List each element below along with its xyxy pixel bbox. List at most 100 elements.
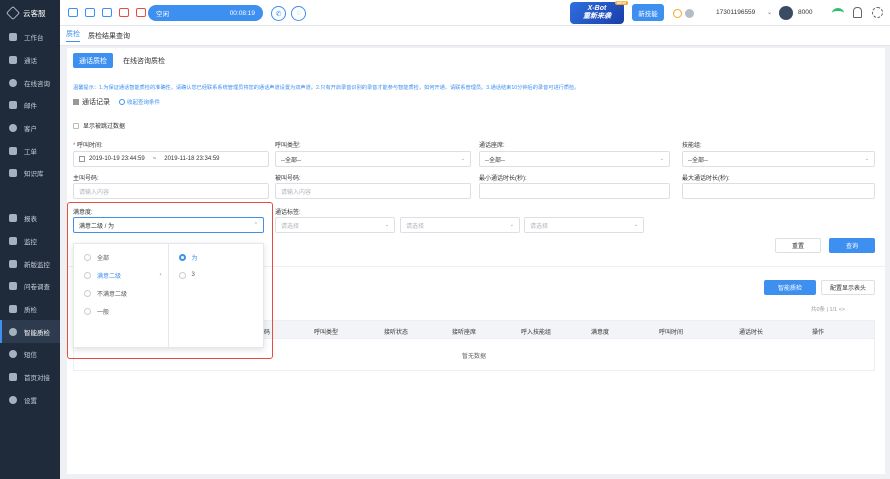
call-button[interactable]: ✆ (271, 6, 286, 21)
collapse-filters-link[interactable]: 收起查询条件 (119, 98, 160, 106)
call-tag-select-2[interactable]: 请选择 ⌄ (400, 217, 520, 233)
callee-label: 被叫号码: (275, 176, 301, 182)
call-time-end: 2019-11-18 23:34:59 (164, 156, 220, 162)
skill-group-select[interactable]: --全部-- ⌄ (682, 151, 875, 167)
bell-icon[interactable] (853, 7, 862, 18)
tab-inspect-results[interactable]: 质检结果查询 (88, 31, 130, 41)
mute-icon[interactable] (119, 8, 129, 17)
inspect-icon (9, 304, 17, 313)
calendar-icon (79, 156, 85, 162)
sidebar-item-new-monitor[interactable]: 新版监控 (0, 252, 60, 275)
info-icon[interactable] (685, 9, 694, 18)
sidebar-item-inspect[interactable]: 质检 (0, 298, 60, 321)
chevron-down-icon: ⌄ (659, 156, 664, 162)
call-tag-select-3[interactable]: 请选择 ⌄ (524, 217, 644, 233)
call-time-range[interactable]: 2019-10-19 23:44:59 ~ 2019-11-18 23:34:5… (73, 151, 269, 167)
monitor-icon (9, 236, 17, 245)
tab-inspect[interactable]: 质检 (66, 29, 80, 42)
help-icon[interactable] (673, 9, 682, 18)
tip-text: 温馨提示：1.为保证通话智能质检的准确性，请确认您已经联系系统管理员将您的通话声… (73, 85, 580, 91)
gear-icon[interactable] (872, 7, 883, 18)
extension-number: 8000 (798, 9, 813, 16)
wifi-icon (832, 8, 844, 18)
column-header: 操作 (812, 330, 825, 336)
new-badge: NEW (614, 0, 628, 6)
home-icon (9, 33, 17, 42)
show-skipped-row: 显示被跳过数据 (73, 121, 125, 130)
call-time-start: 2019-10-19 23:44:59 (89, 156, 145, 162)
sidebar-item-sms[interactable]: 短信 (0, 343, 60, 366)
phone-icon (9, 56, 17, 65)
chevron-down-icon: ⌄ (460, 156, 465, 162)
call-degree-label: 通话座席: (479, 143, 505, 149)
records-title: 通话记录 (82, 99, 110, 106)
column-header: 呼叫时间 (659, 330, 684, 336)
chat-button[interactable]: ◌ (291, 6, 306, 21)
tab-call-inspect[interactable]: 通话质检 (73, 53, 113, 68)
chart-icon (9, 214, 17, 223)
sidebar-item-settings[interactable]: 设置 (0, 388, 60, 411)
call-type-label: 呼叫类型: (275, 143, 301, 149)
xbot-title: X-Bot (587, 5, 607, 13)
sidebar-item-knowledge[interactable]: 知识库 (0, 162, 60, 185)
pagination-info[interactable]: 共0条 | 1/1 <> (811, 305, 845, 313)
sidebar-item-workbench[interactable]: 工作台 (0, 26, 60, 49)
call-degree-select[interactable]: --全部-- ⌄ (479, 151, 670, 167)
xbot-subtitle: 重新来袭 (583, 13, 611, 20)
mail-icon (9, 101, 17, 110)
main-content: 通话质检 在线咨询质检 温馨提示：1.为保证通话智能质检的准确性，请确认您已经联… (67, 48, 885, 474)
xbot-banner[interactable]: X-Bot 重新来袭 NEW (570, 0, 628, 24)
sms-icon (9, 350, 17, 359)
sidebar-item-survey[interactable]: 问卷调查 (0, 275, 60, 298)
sidebar-item-tickets[interactable]: 工单 (0, 139, 60, 162)
chevron-down-icon: ⌄ (509, 222, 514, 228)
call-type-select[interactable]: --全部-- ⌄ (275, 151, 471, 167)
callee-input[interactable]: 请输入内容 (275, 183, 471, 199)
new-feature-button[interactable]: 新技能 (632, 4, 664, 21)
sidebar-item-homepage-link[interactable]: 首页对接 (0, 366, 60, 389)
account-phone[interactable]: 17301196559 (716, 9, 755, 16)
column-header: 满意度 (591, 330, 610, 336)
search-button[interactable]: 查询 (829, 238, 875, 253)
sidebar-item-online-chat[interactable]: 在线咨询 (0, 71, 60, 94)
list-icon (73, 99, 79, 105)
dialpad-icon[interactable] (68, 8, 78, 17)
link-icon (9, 372, 17, 381)
config-columns-button[interactable]: 配置显示表头 (821, 280, 875, 295)
monitor-new-icon (9, 259, 17, 268)
sidebar-item-calls[interactable]: 通话 (0, 49, 60, 72)
message-icon[interactable] (102, 8, 112, 17)
sidebar: 云客服 工作台 通话 在线咨询 邮件 客户 工单 知识库 报表 监控 新版监控 … (0, 0, 60, 479)
column-header: 呼叫类型 (314, 330, 339, 336)
chat-icon: ◌ (296, 10, 301, 17)
status-timer: 00:08:19 (229, 9, 255, 17)
show-skipped-checkbox[interactable] (73, 122, 79, 129)
avatar[interactable] (779, 6, 793, 20)
sidebar-item-smart-inspect[interactable]: 智能质检 (0, 320, 60, 343)
phone-icon: ✆ (275, 10, 282, 18)
reset-button[interactable]: 重置 (775, 238, 821, 253)
date-separator: ~ (152, 156, 157, 162)
user-icon (9, 124, 17, 133)
sidebar-item-mail[interactable]: 邮件 (0, 94, 60, 117)
min-duration-input[interactable] (479, 183, 670, 199)
smart-inspect-button[interactable]: 智能质检 (764, 280, 816, 295)
call-tag-select-1[interactable]: 请选择 ⌄ (275, 217, 395, 233)
chat-icon (9, 78, 17, 87)
agent-status-selector[interactable]: 空闲 00:08:19 (148, 5, 263, 21)
chevron-down-icon: ⌄ (633, 222, 638, 228)
no-phone-icon[interactable] (136, 8, 146, 17)
chevron-down-icon[interactable]: ⌄ (767, 9, 772, 16)
chevron-down-icon: ⌄ (864, 156, 869, 162)
sidebar-item-customers[interactable]: 客户 (0, 117, 60, 140)
caller-input[interactable]: 请输入内容 (73, 183, 269, 199)
volume-icon[interactable] (85, 8, 95, 17)
tab-online-inspect[interactable]: 在线咨询质检 (117, 53, 171, 68)
sidebar-item-reports[interactable]: 报表 (0, 207, 60, 230)
call-time-label: * 呼叫时间: (73, 143, 103, 149)
chevron-down-icon: ⌄ (384, 222, 389, 228)
caller-label: 主叫号码: (73, 176, 99, 182)
max-duration-input[interactable] (682, 183, 875, 199)
sidebar-item-monitor[interactable]: 监控 (0, 230, 60, 253)
